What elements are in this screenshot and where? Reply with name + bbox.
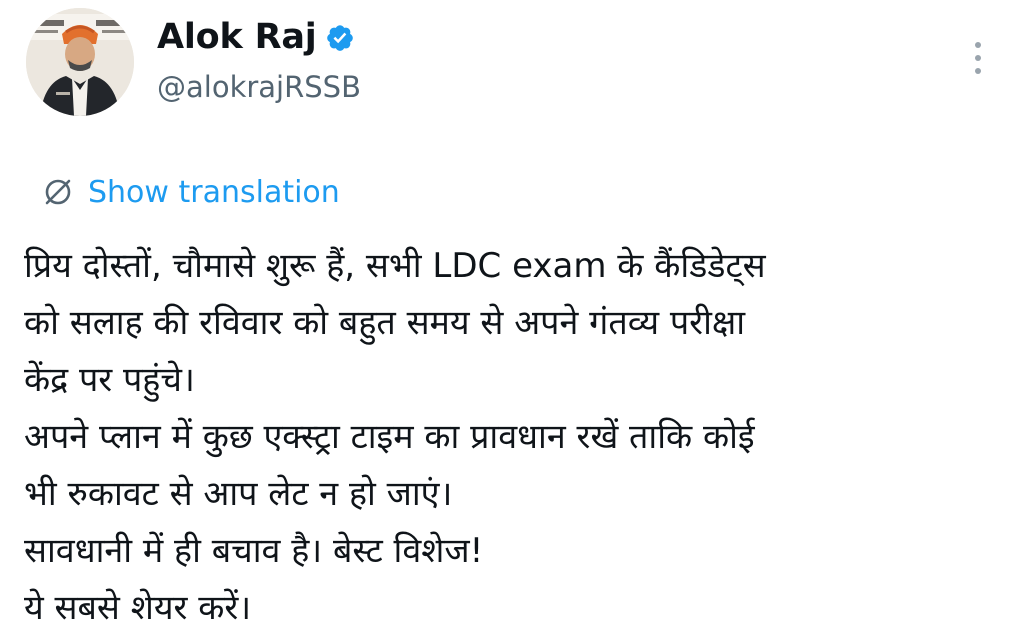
globe-slash-icon [42,176,74,208]
verified-badge-icon [325,23,355,53]
tweet-text-line: सावधानी में ही बचाव है। बेस्ट विशेज! [24,531,484,571]
tweet-text-line: प्रिय दोस्तों, चौमासे शुरू हैं, सभी LDC … [24,246,766,286]
tweet-text: प्रिय दोस्तों, चौमासे शुरू हैं, सभी LDC … [24,238,999,637]
show-translation-label: Show translation [88,174,340,210]
avatar[interactable] [26,8,134,116]
tweet-text-line: अपने प्लान में कुछ एक्स्ट्रा टाइम का प्र… [24,417,755,457]
tweet-text-line: ये सबसे शेयर करें। [24,588,252,628]
tweet-text-line: भी रुकावट से आप लेट न हो जाएं। [24,474,453,514]
display-name[interactable]: Alok Raj [157,17,317,57]
author-handle[interactable]: @alokrajRSSB [157,70,361,104]
tweet-text-line: को सलाह की रविवार को बहुत समय से अपने गं… [24,303,746,343]
author-name-row: Alok Raj [157,14,355,60]
show-translation-button[interactable]: Show translation [42,170,340,214]
tweet-card: Alok Raj @alokrajRSSB Show translation प… [0,0,1017,637]
vertical-ellipsis-icon[interactable] [963,42,993,86]
profile-photo [26,8,134,116]
tweet-text-line: केंद्र पर पहुंचे। [24,360,195,400]
